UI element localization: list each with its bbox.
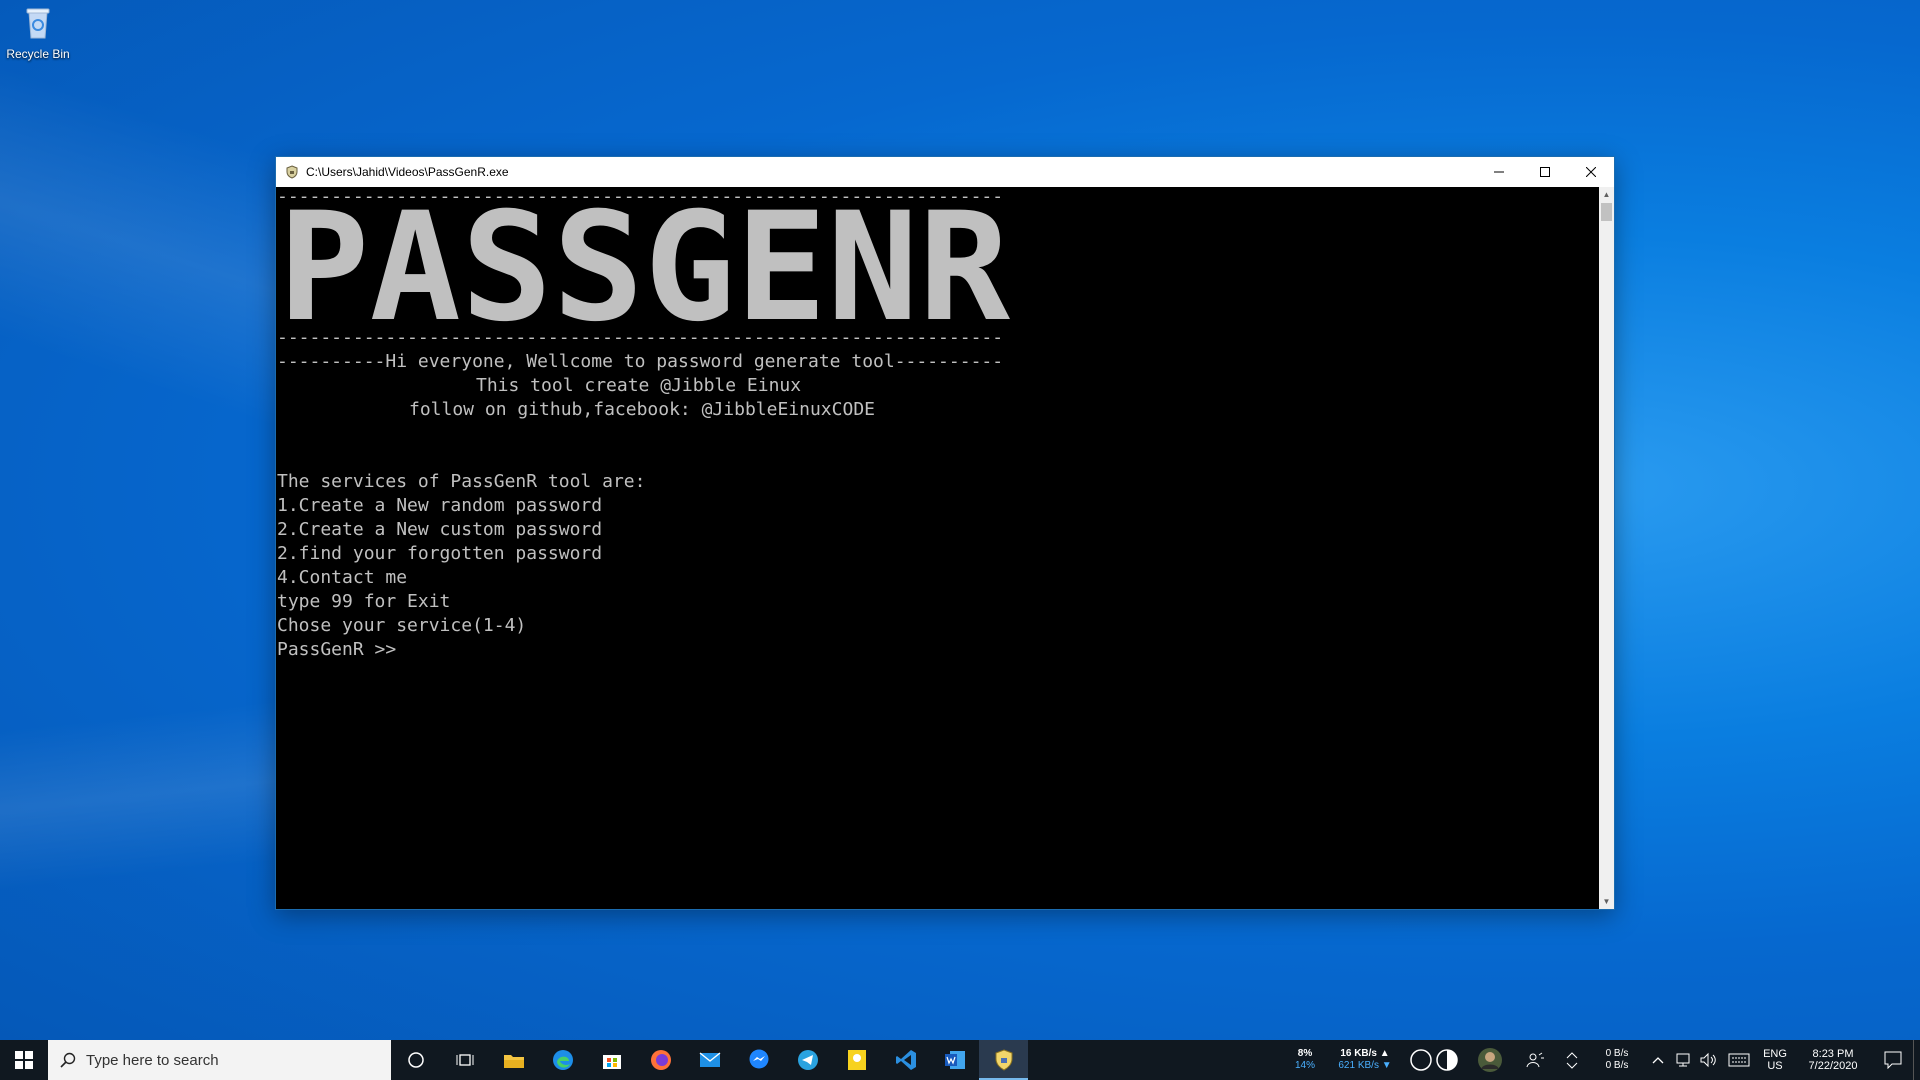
- show-desktop-button[interactable]: [1913, 1040, 1920, 1080]
- chevron-updown-icon: [1566, 1052, 1578, 1069]
- window-titlebar[interactable]: C:\Users\Jahid\Videos\PassGenR.exe: [276, 157, 1614, 187]
- language-indicator[interactable]: ENG US: [1757, 1040, 1793, 1080]
- network-button[interactable]: [1671, 1040, 1695, 1080]
- follow-line: follow on github,facebook: @JibbleEinuxC…: [409, 399, 875, 420]
- clock[interactable]: 8:23 PM 7/22/2020: [1793, 1040, 1873, 1080]
- scroll-down-icon[interactable]: ▼: [1599, 894, 1614, 909]
- ram-usage: 14%: [1294, 1060, 1315, 1071]
- region-code: US: [1767, 1060, 1783, 1072]
- player-button[interactable]: [832, 1040, 881, 1080]
- maximize-button[interactable]: [1522, 157, 1568, 187]
- touch-keyboard-button[interactable]: [1721, 1040, 1757, 1080]
- cortana-button[interactable]: [391, 1040, 440, 1080]
- volume-icon: [1700, 1052, 1716, 1068]
- messenger-icon: [749, 1049, 768, 1069]
- network-icon: [1676, 1053, 1690, 1067]
- store-icon: [602, 1055, 621, 1069]
- telegram-button[interactable]: [783, 1040, 832, 1080]
- people-button[interactable]: [1515, 1040, 1555, 1080]
- file-explorer-button[interactable]: [489, 1040, 538, 1080]
- exit-hint: type 99 for Exit: [277, 591, 451, 612]
- recycle-bin-shortcut[interactable]: Recycle Bin: [4, 6, 72, 61]
- service-item-4: 4.Contact me: [277, 567, 408, 588]
- word-icon: [944, 1051, 965, 1069]
- recycle-bin-icon: [26, 8, 50, 39]
- gauge-widget[interactable]: [1405, 1040, 1465, 1080]
- word-button[interactable]: [930, 1040, 979, 1080]
- clock-time: 8:23 PM: [1812, 1048, 1854, 1060]
- firefox-icon: [650, 1050, 671, 1070]
- windows-icon: [15, 1051, 33, 1069]
- maximize-icon: [1540, 167, 1550, 177]
- task-view-icon: [456, 1054, 473, 1066]
- credit-line: This tool create @Jibble Einux: [476, 375, 802, 396]
- avatar-icon: [1478, 1048, 1502, 1072]
- start-button[interactable]: [0, 1040, 48, 1080]
- search-icon: [60, 1052, 76, 1068]
- keyboard-icon: [1728, 1053, 1750, 1067]
- choose-line: Chose your service(1-4): [277, 615, 527, 636]
- search-placeholder: Type here to search: [86, 1051, 219, 1069]
- cortana-icon: [407, 1052, 424, 1068]
- file-explorer-icon: [503, 1055, 524, 1068]
- scroll-up-icon[interactable]: ▲: [1599, 187, 1614, 202]
- telegram-icon: [797, 1050, 818, 1070]
- edge-icon: [552, 1050, 573, 1070]
- up-down-arrows[interactable]: [1555, 1040, 1589, 1080]
- minimize-button[interactable]: [1476, 157, 1522, 187]
- search-box[interactable]: Type here to search: [48, 1040, 391, 1080]
- disk-speed-meter[interactable]: 0 B/s 0 B/s: [1589, 1040, 1645, 1080]
- store-button[interactable]: [587, 1040, 636, 1080]
- people-icon: [1526, 1052, 1544, 1068]
- mail-icon: [699, 1052, 720, 1067]
- passgenr-icon: [995, 1049, 1012, 1071]
- console-window[interactable]: C:\Users\Jahid\Videos\PassGenR.exe -----…: [275, 156, 1615, 910]
- separator-line-bottom: ----------------------------------------…: [277, 327, 1004, 348]
- player-icon: [847, 1050, 866, 1070]
- welcome-line: ----------Hi everyone, Wellcome to passw…: [277, 351, 1004, 372]
- net-download-speed: 621 KB/s: [1338, 1060, 1379, 1071]
- passgenr-button[interactable]: [979, 1040, 1028, 1080]
- language-code: ENG: [1763, 1048, 1787, 1060]
- show-hidden-icons-button[interactable]: [1645, 1040, 1671, 1080]
- network-speed-meter[interactable]: 16 KB/s ▲ 621 KB/s ▼: [1325, 1040, 1405, 1080]
- mail-button[interactable]: [685, 1040, 734, 1080]
- task-view-button[interactable]: [440, 1040, 489, 1080]
- vscode-icon: [895, 1050, 916, 1070]
- net-upload-speed: 16 KB/s: [1340, 1048, 1377, 1059]
- clock-date: 7/22/2020: [1808, 1060, 1858, 1072]
- edge-button[interactable]: [538, 1040, 587, 1080]
- close-icon: [1586, 167, 1596, 177]
- taskbar: Type here to search 8% 14% 16 KB/s ▲ 621…: [0, 1040, 1920, 1080]
- shield-icon: [286, 165, 298, 179]
- service-item-1: 1.Create a New random password: [277, 495, 603, 516]
- console-output[interactable]: ----------------------------------------…: [276, 187, 1599, 909]
- volume-button[interactable]: [1695, 1040, 1721, 1080]
- cpu-ram-meter[interactable]: 8% 14%: [1285, 1040, 1325, 1080]
- disk-write-speed: 0 B/s: [1605, 1060, 1629, 1071]
- circle-gauge-icon: [1410, 1049, 1458, 1071]
- scrollbar-thumb[interactable]: [1601, 203, 1612, 221]
- disk-read-speed: 0 B/s: [1605, 1048, 1629, 1059]
- action-center-button[interactable]: [1873, 1040, 1913, 1080]
- vscode-button[interactable]: [881, 1040, 930, 1080]
- cpu-usage: 8%: [1297, 1048, 1313, 1059]
- notification-icon: [1884, 1051, 1902, 1069]
- ascii-banner: PASSGENR: [278, 195, 1011, 345]
- close-button[interactable]: [1568, 157, 1614, 187]
- services-header: The services of PassGenR tool are:: [277, 471, 646, 492]
- ascii-banner-text: PASSGENR: [278, 195, 1011, 345]
- user-avatar-button[interactable]: [1465, 1040, 1515, 1080]
- firefox-button[interactable]: [636, 1040, 685, 1080]
- system-tray: 8% 14% 16 KB/s ▲ 621 KB/s ▼ 0 B/s 0 B/s: [1285, 1040, 1920, 1080]
- recycle-bin-label: Recycle Bin: [6, 47, 70, 61]
- minimize-icon: [1494, 171, 1504, 173]
- vertical-scrollbar[interactable]: ▲ ▼: [1599, 187, 1614, 909]
- command-prompt[interactable]: PassGenR >>: [277, 638, 396, 662]
- service-item-2: 2.Create a New custom password: [277, 519, 603, 540]
- messenger-button[interactable]: [734, 1040, 783, 1080]
- service-item-3: 2.find your forgotten password: [277, 543, 603, 564]
- chevron-up-icon: [1652, 1057, 1664, 1064]
- window-title: C:\Users\Jahid\Videos\PassGenR.exe: [306, 165, 509, 179]
